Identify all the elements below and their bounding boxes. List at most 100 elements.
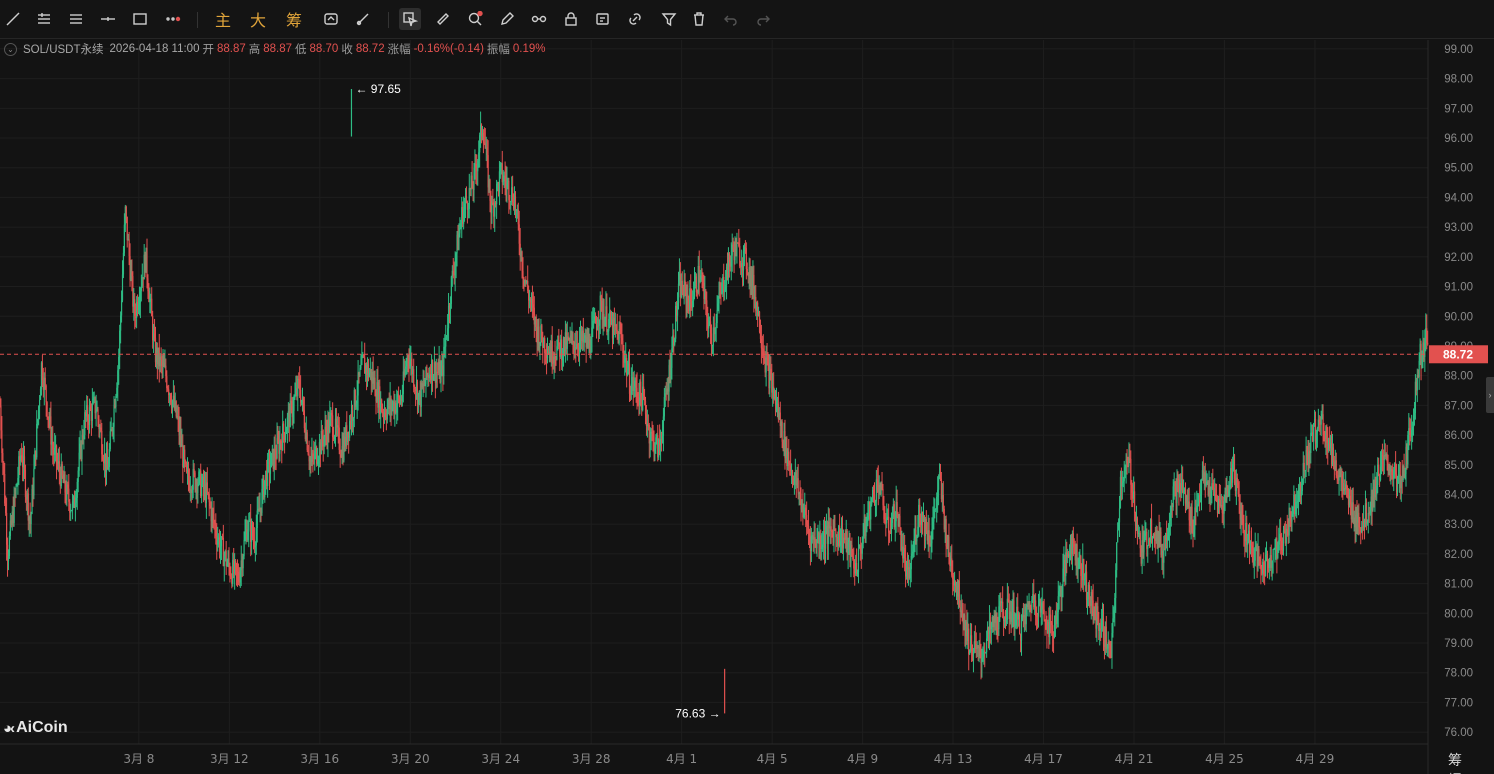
candle-body bbox=[1019, 614, 1021, 635]
candle-body bbox=[280, 440, 282, 444]
connect-icon[interactable] bbox=[528, 8, 550, 30]
candle-body bbox=[1115, 570, 1117, 598]
candle-body bbox=[1015, 614, 1017, 626]
candle-body bbox=[1391, 468, 1393, 476]
candle-body bbox=[1136, 518, 1139, 534]
collapse-icon[interactable]: ⌄ bbox=[4, 42, 17, 56]
candle-body bbox=[489, 179, 491, 201]
candle-body bbox=[1231, 463, 1234, 483]
link-icon[interactable] bbox=[624, 8, 646, 30]
candle-body bbox=[702, 280, 704, 283]
candle-body bbox=[1277, 544, 1279, 558]
x-tick-label: 4月 5 bbox=[757, 752, 788, 766]
candle-body bbox=[911, 553, 913, 556]
candle-body bbox=[1297, 501, 1299, 503]
candle-body bbox=[608, 319, 610, 332]
candle-body bbox=[1404, 473, 1406, 477]
candle-body bbox=[339, 449, 341, 455]
candle-body bbox=[300, 400, 303, 403]
candle-body bbox=[1025, 606, 1027, 625]
candle-body bbox=[88, 407, 91, 426]
multi-line-icon[interactable] bbox=[33, 8, 55, 30]
candle-body bbox=[134, 299, 136, 317]
redo-icon[interactable] bbox=[752, 8, 774, 30]
candle-body bbox=[1133, 491, 1136, 513]
candle-body bbox=[325, 426, 327, 433]
candle-body bbox=[1191, 506, 1193, 533]
candle-body bbox=[125, 206, 127, 217]
magnet-zoom-icon[interactable] bbox=[464, 8, 486, 30]
candle-body bbox=[118, 356, 120, 371]
candle-body bbox=[552, 362, 554, 364]
candle-body bbox=[94, 397, 96, 414]
candle-body bbox=[302, 397, 305, 411]
candle-body bbox=[706, 300, 708, 317]
candle-body bbox=[767, 358, 769, 364]
tab-chips[interactable]: 筹 bbox=[283, 8, 305, 30]
ohlc-info-bar: ⌄ SOL/USDT永续 2026-04-18 11:00 开 88.87 高 … bbox=[4, 41, 549, 57]
candle-body bbox=[33, 468, 35, 496]
candle-body bbox=[1238, 494, 1240, 502]
filter-icon[interactable] bbox=[658, 8, 680, 30]
candle-body bbox=[443, 346, 445, 377]
candle-body bbox=[810, 535, 812, 551]
candle-body bbox=[450, 276, 452, 304]
horizontal-line-icon[interactable] bbox=[97, 8, 119, 30]
candle-body bbox=[131, 272, 133, 277]
candle-body bbox=[618, 329, 620, 344]
candle-body bbox=[1123, 470, 1125, 482]
candle-body bbox=[619, 329, 621, 331]
parallel-lines-icon[interactable] bbox=[65, 8, 87, 30]
trash-icon[interactable] bbox=[688, 8, 710, 30]
brush-icon[interactable] bbox=[352, 8, 374, 30]
chips-button[interactable]: 筹 bbox=[1448, 753, 1462, 769]
high-value: 88.87 bbox=[263, 43, 293, 55]
undo-icon[interactable] bbox=[720, 8, 742, 30]
tab-main-indicator[interactable]: 主 bbox=[212, 8, 234, 30]
candle-body bbox=[13, 494, 15, 523]
candle-body bbox=[1243, 529, 1245, 531]
candle-body bbox=[1163, 548, 1165, 563]
candle-body bbox=[621, 337, 623, 341]
candle-body bbox=[600, 295, 602, 301]
candle-body bbox=[0, 405, 2, 431]
candle-body bbox=[797, 478, 799, 494]
candle-body bbox=[591, 327, 593, 353]
candle-body bbox=[463, 209, 465, 224]
replay-icon[interactable] bbox=[320, 8, 342, 30]
candle-body bbox=[681, 280, 683, 294]
side-panel-toggle[interactable]: › bbox=[1486, 377, 1494, 413]
trend-line-icon[interactable] bbox=[2, 8, 24, 30]
candle-body bbox=[1280, 540, 1283, 551]
candle-body bbox=[866, 518, 868, 522]
symbol-name[interactable]: SOL/USDT永续 bbox=[23, 41, 104, 57]
candle-body bbox=[1289, 507, 1291, 516]
candle-body bbox=[74, 502, 76, 508]
candle-body bbox=[491, 202, 493, 214]
select-cursor-icon[interactable] bbox=[399, 8, 421, 30]
ruler-icon[interactable] bbox=[432, 8, 454, 30]
pen-icon[interactable] bbox=[496, 8, 518, 30]
candle-body bbox=[68, 488, 70, 502]
x-tick-label: 3月 28 bbox=[572, 752, 611, 766]
tab-big-order[interactable]: 大 bbox=[247, 8, 269, 30]
lock-icon[interactable] bbox=[560, 8, 582, 30]
candle-body bbox=[1336, 475, 1338, 477]
candle-body bbox=[990, 622, 992, 630]
candle-body bbox=[855, 562, 858, 574]
candle-body bbox=[1043, 609, 1045, 620]
candle-body bbox=[904, 548, 906, 558]
more-tools-icon[interactable] bbox=[162, 8, 184, 30]
candle-body bbox=[833, 528, 835, 543]
candle-body bbox=[1297, 489, 1300, 502]
candle-body bbox=[1418, 360, 1420, 378]
candle-body bbox=[167, 388, 169, 390]
candle-body bbox=[882, 488, 884, 506]
close-value: 88.72 bbox=[355, 43, 385, 55]
edit-icon[interactable] bbox=[592, 8, 614, 30]
candle-body bbox=[112, 426, 114, 432]
price-chart[interactable]: 76.00 77.00 78.00 79.00 80.00 81.00 82.00 83.00… bbox=[0, 0, 1494, 774]
x-tick-label: 3月 20 bbox=[391, 752, 430, 766]
rectangle-icon[interactable] bbox=[129, 8, 151, 30]
candle-body bbox=[616, 330, 618, 332]
